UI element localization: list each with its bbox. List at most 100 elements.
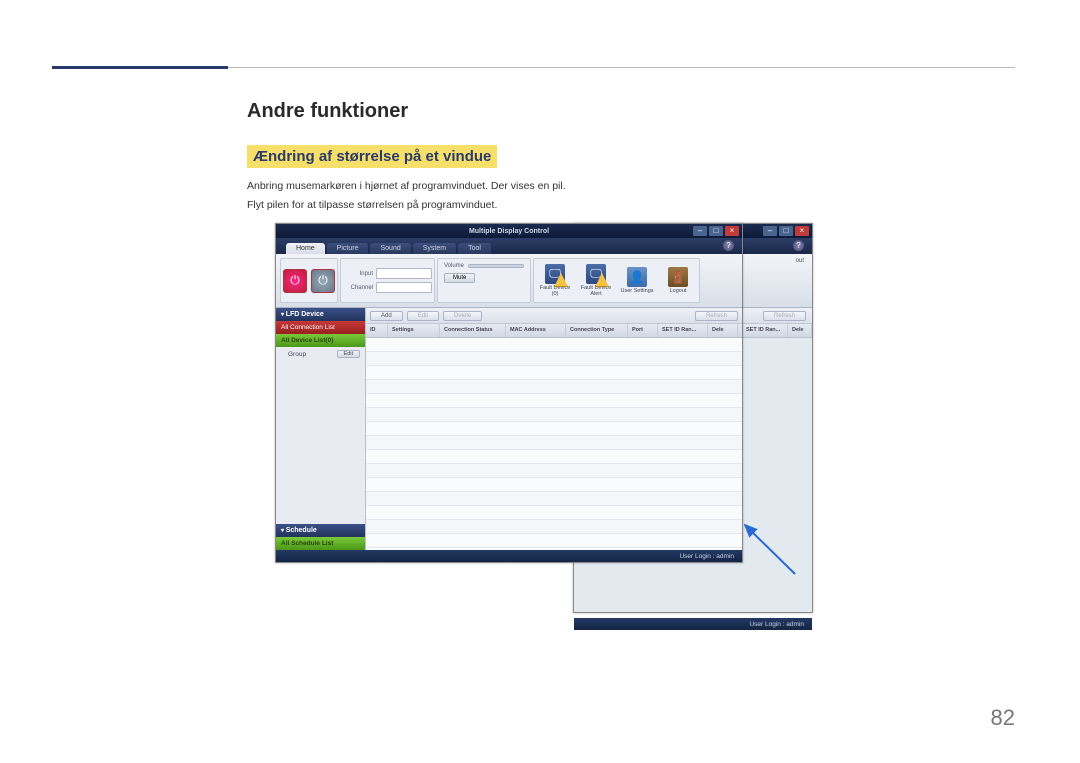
fault-device-button[interactable]: 🖵 Fault Device (0) (536, 264, 574, 297)
front-toolbar: ⏻ ⏻ Input Channel Volu (276, 254, 742, 308)
front-window-controls: – □ × (693, 226, 739, 236)
minimize-button[interactable]: – (693, 226, 707, 236)
minimize-button[interactable]: – (763, 226, 777, 236)
resize-arrow-annotation (695, 519, 805, 579)
table-row (366, 450, 742, 464)
col-port[interactable]: Port (628, 324, 658, 337)
col-id[interactable]: ID (366, 324, 388, 337)
col-setid-back: SET ID Ran... (742, 324, 788, 337)
front-statusbar: User Login : admin (276, 550, 742, 562)
desc-line-2: Flyt pilen for at tilpasse størrelsen på… (247, 197, 825, 214)
back-toolbar-tail: out (796, 258, 808, 303)
col-mac[interactable]: MAC Address (506, 324, 566, 337)
column-headers: ID Settings Connection Status MAC Addres… (366, 324, 742, 338)
help-icon[interactable]: ? (793, 240, 804, 251)
front-main-body: LFD Device All Connection List All Devic… (276, 308, 742, 550)
grid-rows (366, 338, 742, 550)
maximize-button[interactable]: □ (709, 226, 723, 236)
grid-button-row: Add Edit Delete Refresh (366, 308, 742, 324)
delete-button[interactable]: Delete (443, 311, 482, 321)
volume-group: Volume Mute (437, 258, 531, 303)
app-title: Multiple Display Control (469, 228, 549, 235)
table-row (366, 366, 742, 380)
col-connection-status[interactable]: Connection Status (440, 324, 506, 337)
table-row (366, 464, 742, 478)
tab-system[interactable]: System (413, 243, 456, 254)
icons-group: 🖵 Fault Device (0) 🖵 Fault Device Alert … (533, 258, 700, 303)
tab-home[interactable]: Home (286, 243, 325, 254)
col-delete-back: Dele (788, 324, 812, 337)
table-row (366, 506, 742, 520)
table-row (366, 380, 742, 394)
grid-area: Add Edit Delete Refresh ID Settings Conn… (366, 308, 742, 550)
back-status-text: User Login : admin (749, 621, 804, 628)
monitor-warning-icon: 🖵 (545, 264, 565, 284)
back-statusbar: User Login : admin (574, 618, 812, 630)
tab-sound[interactable]: Sound (370, 243, 410, 254)
add-button[interactable]: Add (370, 311, 403, 321)
volume-label: Volume (444, 263, 464, 269)
table-row (366, 394, 742, 408)
channel-label: Channel (343, 285, 373, 291)
user-icon: 👤 (627, 267, 647, 287)
sidebar-all-connection[interactable]: All Connection List (276, 321, 365, 334)
front-titlebar: Multiple Display Control – □ × (276, 224, 742, 238)
front-tab-row: Home Picture Sound System Tool ? (276, 238, 742, 254)
volume-slider[interactable] (468, 264, 524, 268)
user-settings-label: User Settings (621, 288, 654, 294)
screenshot-container: – □ × ? out Refresh SET ID Ran... Dele U… (275, 223, 815, 617)
col-connection-type[interactable]: Connection Type (566, 324, 628, 337)
close-button[interactable]: × (795, 226, 809, 236)
fault-alert-button[interactable]: 🖵 Fault Device Alert (577, 264, 615, 297)
input-select[interactable] (376, 268, 432, 279)
channel-select[interactable] (376, 282, 432, 293)
power-off-button[interactable]: ⏻ (311, 269, 335, 293)
mute-button[interactable]: Mute (444, 273, 475, 283)
input-group: Input Channel (340, 258, 435, 303)
table-row (366, 338, 742, 352)
col-setid[interactable]: SET ID Ran... (658, 324, 708, 337)
logout-label: Logout (670, 288, 687, 294)
refresh-button[interactable]: Refresh (695, 311, 738, 321)
page-top-rule-accent (52, 66, 228, 69)
col-settings[interactable]: Settings (388, 324, 440, 337)
user-settings-button[interactable]: 👤 User Settings (618, 267, 656, 294)
table-row (366, 534, 742, 548)
page-number: 82 (991, 705, 1015, 731)
input-label: Input (343, 271, 373, 277)
table-row (366, 408, 742, 422)
table-row (366, 492, 742, 506)
maximize-button[interactable]: □ (779, 226, 793, 236)
door-icon: 🚪 (668, 267, 688, 287)
sidebar-group-row[interactable]: Group Edit (276, 347, 365, 361)
power-on-button[interactable]: ⏻ (283, 269, 307, 293)
table-row (366, 520, 742, 534)
table-row (366, 422, 742, 436)
sub-title: Ændring af størrelse på et vindue (247, 145, 497, 168)
tab-picture[interactable]: Picture (327, 243, 369, 254)
back-window-controls: – □ × (763, 226, 809, 236)
power-group: ⏻ ⏻ (280, 258, 338, 303)
sidebar-group-label: Group (288, 351, 306, 358)
monitor-alert-icon: 🖵 (586, 264, 606, 284)
table-row (366, 436, 742, 450)
app-window-front: Multiple Display Control – □ × Home Pict… (275, 223, 743, 563)
sidebar: LFD Device All Connection List All Devic… (276, 308, 366, 550)
refresh-button-back[interactable]: Refresh (763, 311, 806, 321)
help-icon[interactable]: ? (723, 240, 734, 251)
sidebar-all-device[interactable]: All Device List(0) (276, 334, 365, 347)
close-button[interactable]: × (725, 226, 739, 236)
table-row (366, 478, 742, 492)
sidebar-lfd-header[interactable]: LFD Device (276, 308, 365, 321)
col-delete[interactable]: Dele (708, 324, 738, 337)
table-row (366, 352, 742, 366)
edit-button[interactable]: Edit (407, 311, 439, 321)
tab-tool[interactable]: Tool (458, 243, 491, 254)
desc-line-1: Anbring musemarkøren i hjørnet af progra… (247, 178, 825, 195)
sidebar-all-schedule[interactable]: All Schedule List (276, 537, 365, 550)
logout-button[interactable]: 🚪 Logout (659, 267, 697, 294)
content-area: Andre funktioner Ændring af størrelse på… (247, 100, 825, 216)
sidebar-edit-button[interactable]: Edit (337, 350, 360, 358)
section-title: Andre funktioner (247, 100, 825, 123)
sidebar-schedule-header[interactable]: Schedule (276, 524, 365, 537)
